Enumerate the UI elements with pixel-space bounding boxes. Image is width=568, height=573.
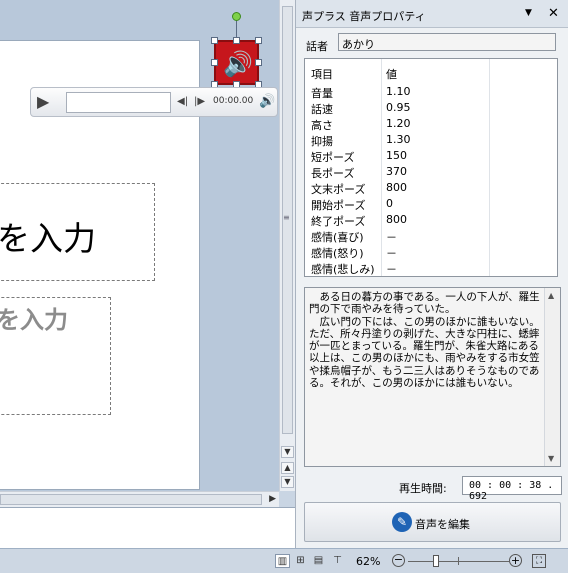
slideshow-icon[interactable]: ⊤	[330, 554, 345, 568]
zoom-slider-thumb[interactable]	[433, 555, 439, 567]
property-value[interactable]: 1.10	[386, 85, 411, 98]
property-value[interactable]: －	[386, 229, 397, 245]
zoom-out-icon[interactable]: −	[392, 554, 405, 567]
table-row[interactable]: 終了ポーズ 800	[305, 212, 557, 228]
play-icon[interactable]: ▶	[37, 93, 57, 111]
resize-handle-right[interactable]	[255, 59, 262, 66]
table-row[interactable]: 開始ポーズ 0	[305, 196, 557, 212]
property-name: 文末ポーズ	[311, 183, 366, 196]
speaker-label: 話者	[306, 40, 328, 53]
column-header-item: 項目	[311, 68, 333, 81]
scroll-down-icon[interactable]: ▼	[548, 454, 554, 463]
status-bar: ▥ ⊞ ▤ ⊤ 62% − + ⛶	[0, 548, 568, 573]
resize-handle-top-left[interactable]	[211, 37, 218, 44]
table-row[interactable]: 感情(喜び) －	[305, 228, 557, 244]
slide-editor: を入力 を入力 🔊 ▶ ◀| |▶ 00:00.00 🔊 ≡ ▼ ▲ ▼ ▶	[0, 0, 295, 548]
property-name: 感情(喜び)	[311, 231, 364, 244]
media-controls: ▶ ◀| |▶ 00:00.00 🔊	[30, 87, 278, 117]
table-row[interactable]: 音量 1.10	[305, 84, 557, 100]
panel-menu-icon[interactable]: ▼	[525, 8, 532, 18]
powerpoint-window: を入力 を入力 🔊 ▶ ◀| |▶ 00:00.00 🔊 ≡ ▼ ▲ ▼ ▶ 声…	[0, 0, 568, 573]
scroll-right-icon[interactable]: ▶	[269, 494, 276, 504]
property-value[interactable]: 150	[386, 149, 407, 162]
property-value[interactable]: －	[386, 261, 397, 276]
slide-sorter-icon[interactable]: ⊞	[293, 554, 308, 568]
property-name: 短ポーズ	[311, 151, 355, 164]
notes-pane[interactable]	[0, 507, 295, 548]
property-value[interactable]: 370	[386, 165, 407, 178]
subtitle-placeholder[interactable]: を入力	[0, 297, 111, 415]
property-value[interactable]: 800	[386, 213, 407, 226]
seek-bar[interactable]	[66, 92, 171, 113]
zoom-level[interactable]: 62%	[356, 555, 380, 568]
resize-handle-left[interactable]	[211, 59, 218, 66]
property-name: 感情(怒り)	[311, 247, 364, 260]
reading-view-icon[interactable]: ▤	[311, 554, 326, 568]
property-value[interactable]: 800	[386, 181, 407, 194]
rotation-handle[interactable]	[232, 12, 241, 21]
text-scrollbar[interactable]: ▲ ▼	[544, 288, 560, 466]
horizontal-scroll-thumb[interactable]	[0, 494, 262, 505]
zoom-center-mark	[458, 557, 459, 565]
normal-view-icon[interactable]: ▥	[275, 554, 290, 568]
vertical-scrollbar[interactable]: ≡ ▼ ▲ ▼	[279, 0, 295, 491]
resize-handle-top-right[interactable]	[255, 37, 262, 44]
table-row[interactable]: 短ポーズ 150	[305, 148, 557, 164]
property-table: 項目 値 音量 1.10 話速 0.95 高さ 1.20 抑揚 1.30 短ポーズ 150…	[304, 58, 558, 277]
duration-label: 再生時間:	[399, 482, 447, 495]
table-row[interactable]: 文末ポーズ 800	[305, 180, 557, 196]
property-name: 話速	[311, 103, 333, 116]
property-value[interactable]: 0.95	[386, 101, 411, 114]
property-name: 開始ポーズ	[311, 199, 366, 212]
property-name: 終了ポーズ	[311, 215, 366, 228]
column-header-value: 値	[386, 68, 397, 81]
speech-text[interactable]: ある日の暮方の事である。一人の下人が、羅生門の下で雨やみを待っていた。 広い門の…	[309, 291, 541, 389]
property-value[interactable]: 1.30	[386, 133, 411, 146]
edit-voice-label: 音声を編集	[415, 518, 470, 531]
scroll-up-icon[interactable]: ▲	[548, 291, 554, 300]
title-placeholder-text: を入力	[0, 219, 96, 258]
duration-value: 00 : 00 : 38 . 692	[462, 476, 562, 502]
fit-to-window-icon[interactable]: ⛶	[532, 554, 546, 568]
table-row[interactable]: 長ポーズ 370	[305, 164, 557, 180]
speaker-icon: 🔊	[223, 50, 253, 78]
pen-icon: ✎	[392, 512, 412, 532]
panel-header: 声プラス 音声プロパティ ▼ ✕	[296, 0, 568, 28]
table-row[interactable]: 話速 0.95	[305, 100, 557, 116]
table-header: 項目 値	[305, 61, 557, 83]
audio-object[interactable]: 🔊	[214, 40, 259, 85]
previous-slide-icon[interactable]: ▲	[281, 462, 294, 474]
edit-voice-button[interactable]: ✎ 音声を編集	[304, 502, 561, 542]
subtitle-placeholder-text: を入力	[0, 306, 68, 334]
property-value[interactable]: －	[386, 245, 397, 261]
speaker-field[interactable]: あかり	[338, 33, 556, 51]
table-row[interactable]: 感情(悲しみ) －	[305, 260, 557, 276]
property-name: 感情(悲しみ)	[311, 263, 375, 276]
scroll-down-icon[interactable]: ▼	[281, 446, 294, 458]
slide-canvas: を入力 を入力 🔊 ▶ ◀| |▶ 00:00.00 🔊	[0, 0, 279, 491]
property-name: 音量	[311, 87, 333, 100]
property-value[interactable]: 1.20	[386, 117, 411, 130]
table-row[interactable]: 高さ 1.20	[305, 116, 557, 132]
property-name: 高さ	[311, 119, 333, 132]
playback-time: 00:00.00	[213, 96, 254, 106]
panel-title: 声プラス 音声プロパティ	[302, 10, 426, 23]
property-name: 長ポーズ	[311, 167, 355, 180]
title-placeholder[interactable]: を入力	[0, 183, 155, 281]
resize-handle-top[interactable]	[233, 37, 240, 44]
zoom-in-icon[interactable]: +	[509, 554, 522, 567]
table-row[interactable]: 感情(怒り) －	[305, 244, 557, 260]
voice-properties-panel: 声プラス 音声プロパティ ▼ ✕ 話者 あかり 項目 値 音量 1.10 話速 0.…	[295, 0, 568, 548]
property-value[interactable]: 0	[386, 197, 393, 210]
skip-forward-icon[interactable]: |▶	[194, 96, 205, 107]
next-slide-icon[interactable]: ▼	[281, 476, 294, 488]
scroll-grip-icon: ≡	[283, 213, 290, 222]
close-icon[interactable]: ✕	[548, 6, 559, 21]
horizontal-scrollbar[interactable]: ▶	[0, 491, 279, 507]
volume-icon[interactable]: 🔊	[259, 94, 275, 109]
property-name: 抑揚	[311, 135, 333, 148]
speech-text-area[interactable]: ある日の暮方の事である。一人の下人が、羅生門の下で雨やみを待っていた。 広い門の…	[304, 287, 561, 467]
table-row[interactable]: 抑揚 1.30	[305, 132, 557, 148]
skip-back-icon[interactable]: ◀|	[177, 96, 188, 107]
